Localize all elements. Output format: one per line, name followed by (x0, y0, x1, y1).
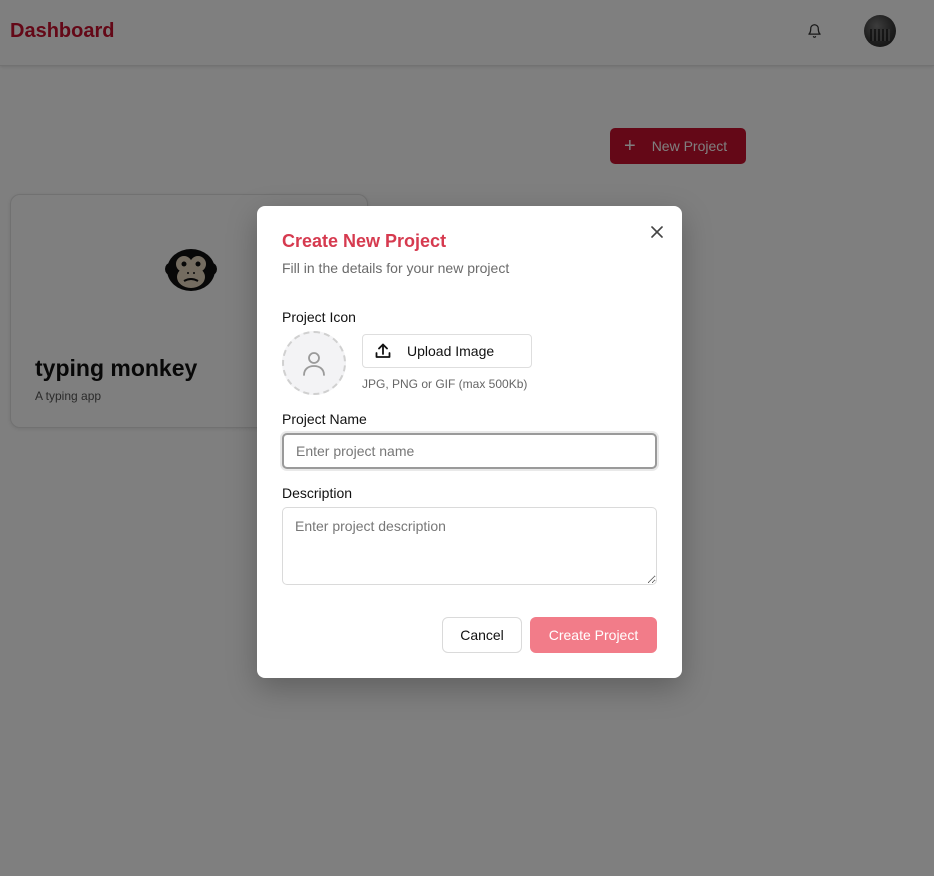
upload-image-button[interactable]: Upload Image (362, 334, 532, 368)
cancel-button[interactable]: Cancel (442, 617, 522, 653)
project-icon-preview[interactable] (282, 331, 346, 395)
close-icon[interactable] (647, 222, 667, 242)
upload-hint: JPG, PNG or GIF (max 500Kb) (362, 377, 528, 391)
project-name-input[interactable] (282, 433, 657, 469)
project-icon-label: Project Icon (282, 309, 356, 325)
upload-icon (375, 343, 391, 358)
create-project-button[interactable]: Create Project (530, 617, 657, 653)
dialog-subtitle: Fill in the details for your new project (282, 260, 510, 276)
description-textarea[interactable] (282, 507, 657, 585)
project-name-label: Project Name (282, 411, 367, 427)
dialog-title: Create New Project (282, 231, 447, 251)
user-icon (303, 352, 325, 376)
upload-image-label: Upload Image (407, 343, 495, 359)
description-label: Description (282, 485, 353, 501)
create-project-dialog: Create New Project Fill in the details f… (257, 206, 682, 678)
